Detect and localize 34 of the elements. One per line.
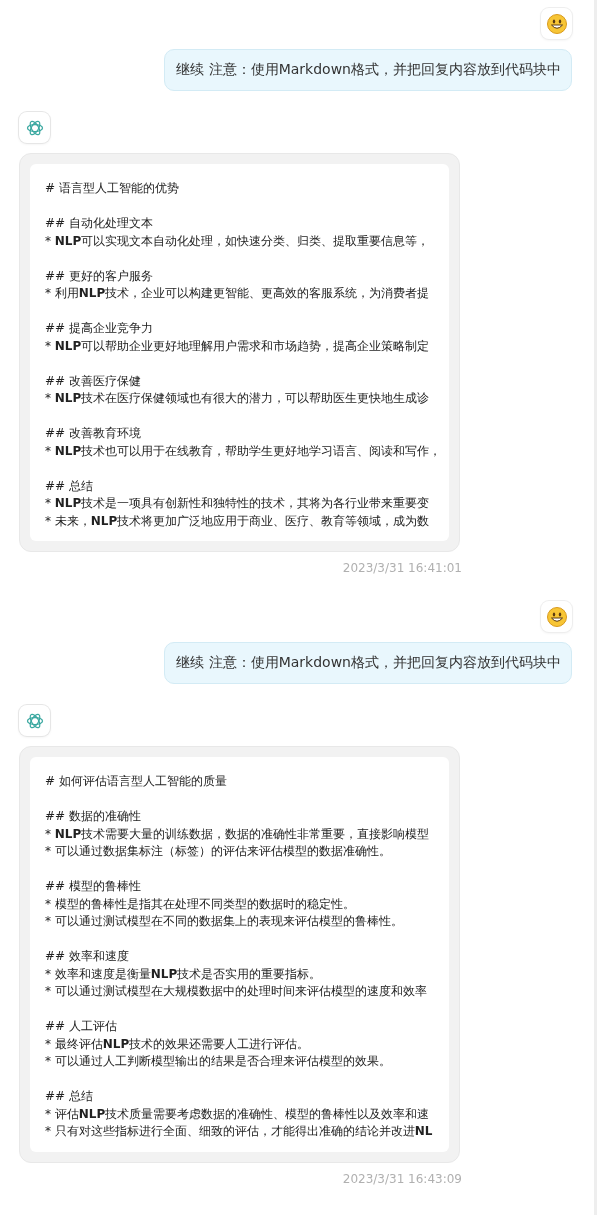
code-line: * 效率和速度是衡量NLP技术是否实用的重要指标。	[45, 965, 322, 983]
code-title: # 语言型人工智能的优势	[45, 180, 179, 197]
code-heading: ## 总结	[45, 1088, 93, 1105]
code-heading: ## 效率和速度	[45, 948, 129, 965]
code-heading: ## 改善教育环境	[45, 425, 141, 442]
timestamp: 2023/3/31 16:41:01	[341, 561, 462, 575]
code-line: * 最终评估NLP技术的效果还需要人工进行评估。	[45, 1035, 310, 1053]
code-line: * 可以通过测试模型在大规模数据中的处理时间来评估模型的速度和效率	[45, 983, 427, 1000]
code-line: *NLP技术是一项具有创新性和独特性的技术，其将为各行业带来重要变	[45, 495, 430, 512]
code-line: * 可以通过测试模型在不同的数据集上的表现来评估模型的鲁棒性。	[45, 913, 403, 930]
code-heading: ## 自动化处理文本	[45, 215, 153, 232]
code-line: * 评估NLP技术质量需要考虑数据的准确性、模型的鲁棒性以及效率和速	[45, 1105, 430, 1123]
code-heading: ## 提高企业竞争力	[45, 320, 153, 337]
code-line: *NLP可以帮助企业更好地理解用户需求和市场趋势，提高企业策略制定	[45, 337, 430, 355]
user-message: 继续 注意：使用Markdown格式，并把回复内容放到代码块中	[164, 49, 572, 91]
code-heading: ## 人工评估	[45, 1018, 117, 1035]
code-line: * 模型的鲁棒性是指其在处理不同类型的数据时的稳定性。	[45, 895, 355, 913]
code-line: *NLP技术需要大量的训练数据，数据的准确性非常重要，直接影响模型	[45, 825, 430, 843]
code-line: * 利用NLP技术，企业可以构建更智能、更高效的客服系统，为消费者提	[45, 285, 430, 302]
code-line: * 可以通过数据集标注（标签）的评估来评估模型的数据准确性。	[45, 843, 391, 860]
code-line: * 只有对这些指标进行全面、细致的评估，才能得出准确的结论并改进NL	[45, 1123, 433, 1140]
code-line: * 未来，NLP技术将更加广泛地应用于商业、医疗、教育等领域，成为数	[45, 512, 430, 530]
code-heading: ## 总结	[45, 477, 93, 495]
code-line: *NLP可以实现文本自动化处理，如快速分类、归类、提取重要信息等，	[45, 232, 430, 250]
user-message: 继续 注意：使用Markdown格式，并把回复内容放到代码块中	[164, 642, 572, 684]
code-line: *NLP技术在医疗保健领域也有很大的潜力，可以帮助医生更快地生成诊	[45, 390, 430, 407]
code-heading: ## 更好的客户服务	[45, 267, 153, 285]
code-heading: ## 模型的鲁棒性	[45, 878, 141, 895]
code-title: # 如何评估语言型人工智能的质量	[45, 773, 227, 790]
code-line: *NLP技术也可以用于在线教育，帮助学生更好地学习语言、阅读和写作，	[45, 442, 442, 460]
code-heading: ## 数据的准确性	[45, 808, 141, 825]
timestamp: 2023/3/31 16:43:09	[341, 1171, 462, 1186]
code-line: * 可以通过人工判断模型输出的结果是否合理来评估模型的效果。	[45, 1053, 391, 1070]
code-heading: ## 改善医疗保健	[45, 372, 141, 390]
